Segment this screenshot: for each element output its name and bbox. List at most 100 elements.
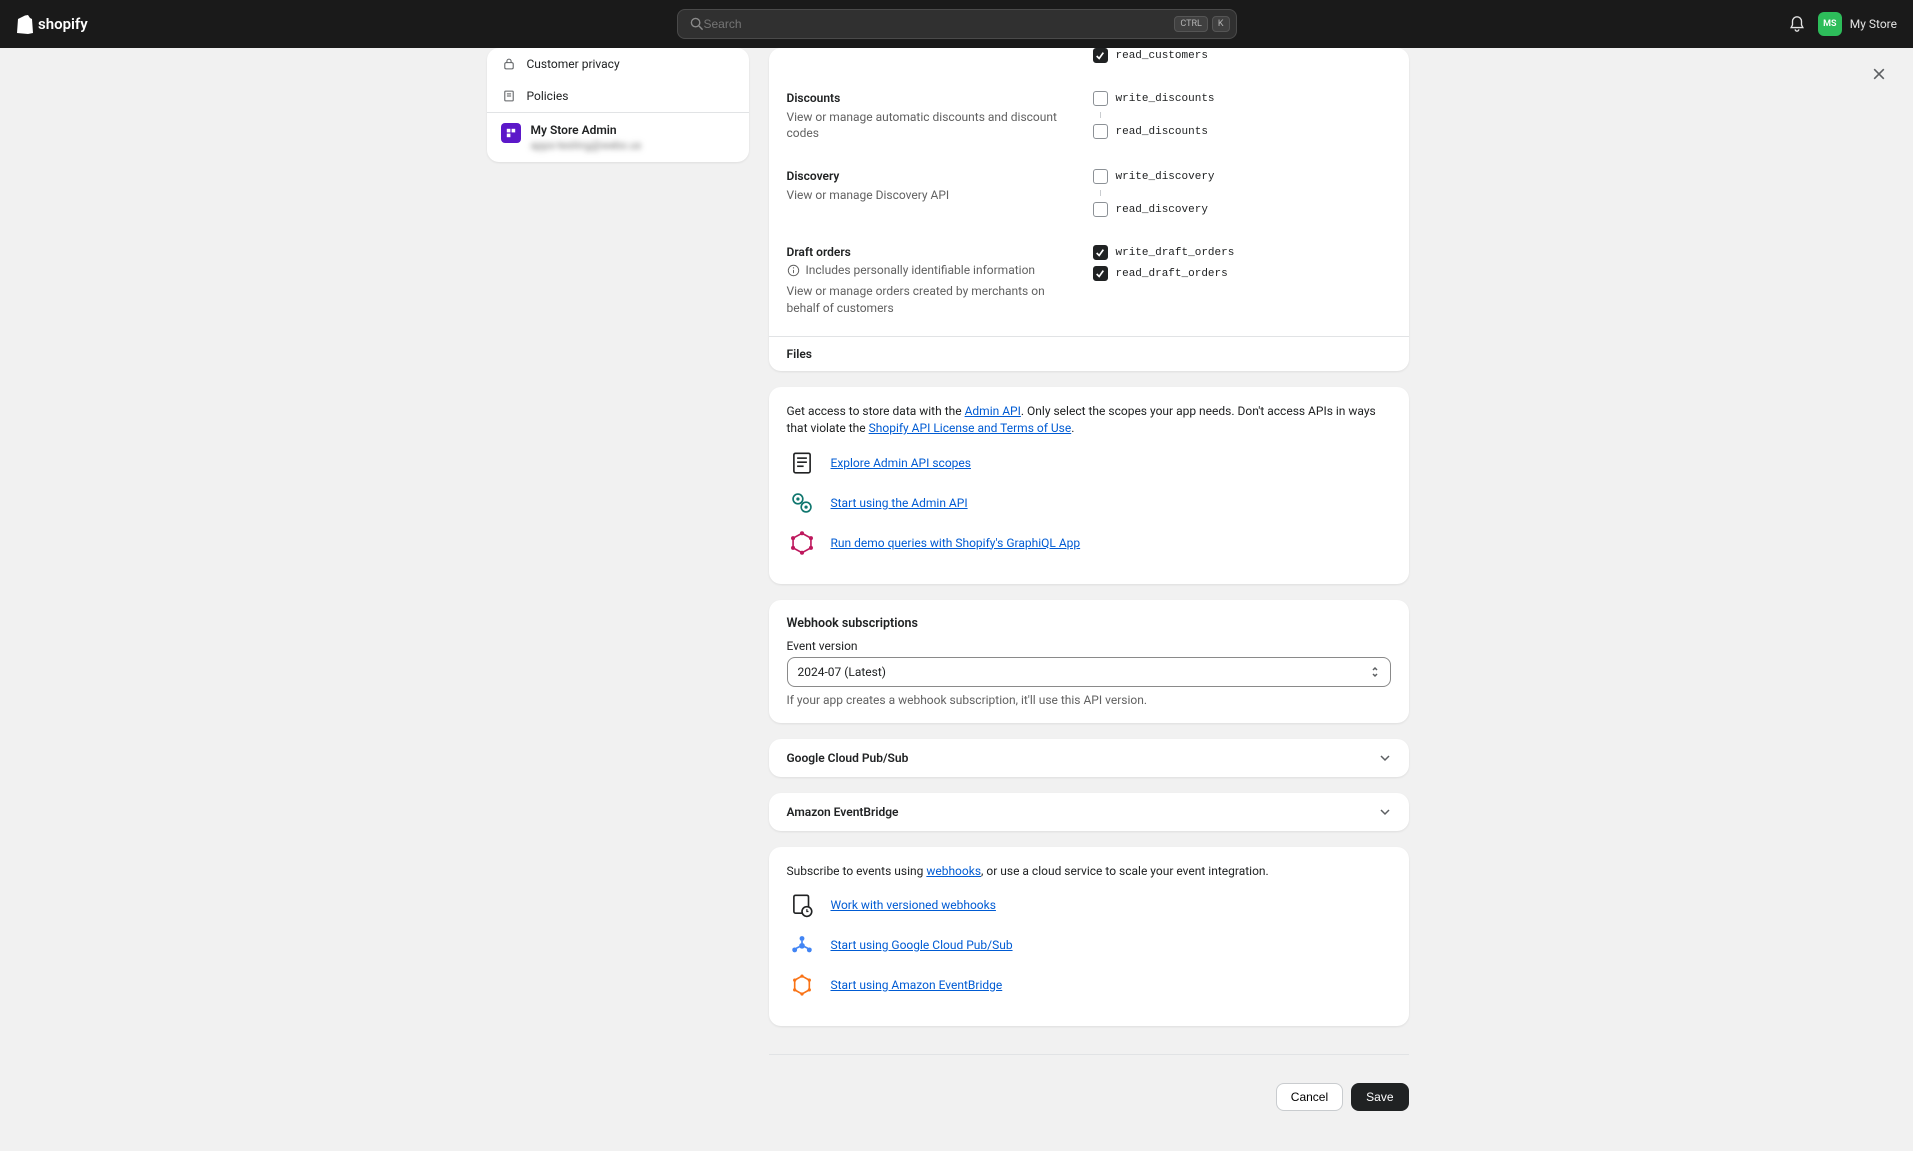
- scope-checkbox-read-customers[interactable]: read_customers: [1093, 48, 1391, 63]
- kbd-ctrl: CTRL: [1174, 16, 1208, 32]
- accordion-label: Amazon EventBridge: [787, 805, 899, 819]
- webhook-title: Webhook subscriptions: [787, 616, 1391, 631]
- save-button[interactable]: Save: [1351, 1083, 1408, 1111]
- info-icon: [787, 264, 800, 277]
- scope-desc: View or manage automatic discounts and d…: [787, 109, 1077, 141]
- scope-title: Draft orders: [787, 245, 1077, 259]
- graphiql-link[interactable]: Run demo queries with Shopify's GraphiQL…: [831, 536, 1081, 550]
- webhooks-link[interactable]: webhooks: [926, 864, 981, 878]
- aws-eventbridge-icon: [787, 970, 817, 1000]
- select-arrows-icon: [1370, 665, 1380, 679]
- scope-desc: View or manage Discovery API: [787, 187, 1077, 203]
- pii-notice: Includes personally identifiable informa…: [787, 263, 1077, 277]
- scope-title: Discounts: [787, 91, 1077, 105]
- sidebar-item-label: Policies: [527, 89, 569, 103]
- checkbox-icon: [1093, 48, 1108, 63]
- link-row-explore-scopes: Explore Admin API scopes: [787, 448, 1391, 478]
- sidebar-app-item[interactable]: My Store Admin apps-testing@webx.us: [487, 112, 749, 162]
- admin-api-info-card: Get access to store data with the Admin …: [769, 387, 1409, 584]
- divider: [769, 1054, 1409, 1055]
- checkbox-icon: [1093, 124, 1108, 139]
- scope-label: read_discounts: [1116, 126, 1208, 138]
- scope-checkbox-write-discounts[interactable]: write_discounts: [1093, 91, 1391, 106]
- event-version-select[interactable]: 2024-07 (Latest): [787, 657, 1391, 687]
- scope-checkbox-read-discovery[interactable]: read_discovery: [1093, 202, 1391, 217]
- lock-icon: [501, 56, 517, 72]
- license-link[interactable]: Shopify API License and Terms of Use: [869, 421, 1072, 435]
- subscribe-text: Subscribe to events using webhooks, or u…: [787, 863, 1391, 880]
- app-icon: [501, 123, 521, 143]
- footer-actions: Cancel Save: [769, 1083, 1409, 1111]
- link-row-start-admin-api: Start using the Admin API: [787, 488, 1391, 518]
- gcp-pubsub-icon: [787, 930, 817, 960]
- aws-link[interactable]: Start using Amazon EventBridge: [831, 978, 1003, 992]
- scope-checkbox-write-discovery[interactable]: write_discovery: [1093, 169, 1391, 184]
- link-row-graphiql: Run demo queries with Shopify's GraphiQL…: [787, 528, 1391, 558]
- shopify-logo[interactable]: shopify: [16, 14, 88, 34]
- checkbox-icon: [1093, 202, 1108, 217]
- accordion-amazon-eventbridge[interactable]: Amazon EventBridge: [769, 793, 1409, 831]
- document-list-icon: [787, 448, 817, 478]
- search-shortcut: CTRL K: [1174, 16, 1229, 32]
- kbd-k: K: [1212, 16, 1230, 32]
- scope-label: write_discovery: [1116, 171, 1215, 183]
- document-clock-icon: [787, 890, 817, 920]
- scope-checkbox-write-draft-orders[interactable]: write_draft_orders: [1093, 245, 1391, 260]
- scope-section-files: Files: [769, 336, 1409, 371]
- settings-sidebar: Customer privacy Policies My Store Admin…: [487, 48, 749, 162]
- sidebar-item-customer-privacy[interactable]: Customer privacy: [487, 48, 749, 80]
- link-row-gcp: Start using Google Cloud Pub/Sub: [787, 930, 1391, 960]
- admin-api-link[interactable]: Admin API: [965, 404, 1021, 418]
- connector-line: [1100, 190, 1391, 196]
- gcp-link[interactable]: Start using Google Cloud Pub/Sub: [831, 938, 1013, 952]
- event-version-label: Event version: [787, 639, 1391, 653]
- link-row-versioned-webhooks: Work with versioned webhooks: [787, 890, 1391, 920]
- versioned-webhooks-link[interactable]: Work with versioned webhooks: [831, 898, 996, 912]
- scope-section-discounts: Discounts View or manage automatic disco…: [787, 77, 1391, 155]
- close-icon: [1871, 66, 1887, 82]
- search-input[interactable]: [704, 17, 1175, 31]
- chevron-down-icon: [1379, 752, 1391, 764]
- accordion-label: Google Cloud Pub/Sub: [787, 751, 909, 765]
- graphql-icon: [787, 528, 817, 558]
- scope-section-draft-orders: Draft orders Includes personally identif…: [787, 231, 1391, 329]
- cancel-button[interactable]: Cancel: [1276, 1083, 1343, 1111]
- gears-icon: [787, 488, 817, 518]
- start-admin-api-link[interactable]: Start using the Admin API: [831, 496, 968, 510]
- webhook-helper: If your app creates a webhook subscripti…: [787, 693, 1391, 707]
- document-icon: [501, 88, 517, 104]
- scope-title: Discovery: [787, 169, 1077, 183]
- scope-label: read_customers: [1116, 50, 1208, 62]
- link-row-aws: Start using Amazon EventBridge: [787, 970, 1391, 1000]
- notifications-icon[interactable]: [1788, 15, 1806, 33]
- close-button[interactable]: [1865, 60, 1893, 88]
- chevron-down-icon: [1379, 806, 1391, 818]
- search-bar[interactable]: CTRL K: [677, 9, 1237, 39]
- scope-label: write_draft_orders: [1116, 247, 1235, 259]
- api-scopes-panel: read_customers Discounts View or manage …: [769, 48, 1409, 371]
- explore-scopes-link[interactable]: Explore Admin API scopes: [831, 456, 971, 470]
- admin-api-text: Get access to store data with the Admin …: [787, 403, 1391, 438]
- scope-checkbox-read-draft-orders[interactable]: read_draft_orders: [1093, 266, 1391, 281]
- sidebar-item-policies[interactable]: Policies: [487, 80, 749, 112]
- app-name: My Store Admin: [531, 123, 642, 137]
- select-value: 2024-07 (Latest): [798, 665, 886, 679]
- scope-label: write_discounts: [1116, 93, 1215, 105]
- subscribe-info-card: Subscribe to events using webhooks, or u…: [769, 847, 1409, 1026]
- scope-label: read_discovery: [1116, 204, 1208, 216]
- scope-checkbox-read-discounts[interactable]: read_discounts: [1093, 124, 1391, 139]
- scope-section-discovery: Discovery View or manage Discovery API w…: [787, 155, 1391, 231]
- scope-label: read_draft_orders: [1116, 268, 1228, 280]
- sidebar-item-label: Customer privacy: [527, 57, 620, 71]
- accordion-google-pubsub[interactable]: Google Cloud Pub/Sub: [769, 739, 1409, 777]
- search-icon: [690, 17, 704, 31]
- store-name: My Store: [1850, 17, 1897, 31]
- store-avatar: MS: [1818, 12, 1842, 36]
- store-switcher[interactable]: MS My Store: [1818, 12, 1897, 36]
- checkbox-icon: [1093, 266, 1108, 281]
- logo-text: shopify: [38, 15, 88, 33]
- app-email: apps-testing@webx.us: [531, 139, 642, 152]
- checkbox-icon: [1093, 91, 1108, 106]
- connector-line: [1100, 112, 1391, 118]
- checkbox-icon: [1093, 245, 1108, 260]
